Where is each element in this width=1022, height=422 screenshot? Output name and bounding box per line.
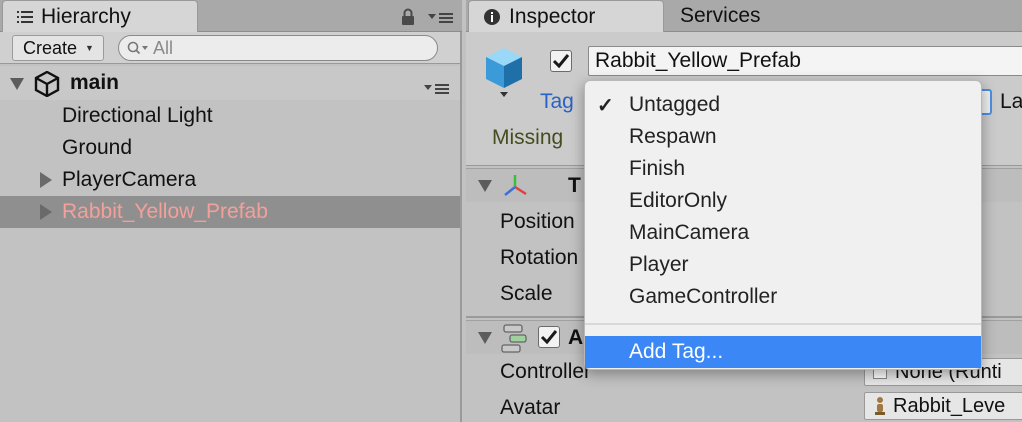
tab-services[interactable]: Services bbox=[666, 0, 826, 32]
animator-title: A bbox=[568, 326, 584, 349]
tab-inspector-label: Inspector bbox=[509, 4, 596, 28]
search-placeholder: All bbox=[153, 37, 174, 58]
scale-label: Scale bbox=[500, 282, 553, 305]
hierarchy-item-label: Directional Light bbox=[62, 104, 213, 127]
hierarchy-item-directional-light[interactable]: Directional Light bbox=[0, 100, 460, 132]
transform-title: T bbox=[568, 174, 581, 197]
hierarchy-search-input[interactable]: All bbox=[118, 35, 438, 61]
menu-item-label: Finish bbox=[629, 157, 686, 180]
object-name-value: Rabbit_Yellow_Prefab bbox=[595, 49, 801, 72]
avatar-asset-icon bbox=[873, 396, 887, 416]
hierarchy-menu-icon[interactable] bbox=[428, 12, 454, 24]
menu-item-label: EditorOnly bbox=[629, 189, 728, 212]
search-icon bbox=[127, 41, 148, 55]
controller-label: Controller bbox=[500, 360, 592, 383]
unity-logo-icon bbox=[34, 70, 60, 103]
object-name-input[interactable]: Rabbit_Yellow_Prefab bbox=[588, 46, 1022, 76]
create-button-label: Create bbox=[23, 37, 78, 58]
tab-services-label: Services bbox=[680, 4, 761, 27]
menu-item-label: Untagged bbox=[629, 93, 721, 116]
hierarchy-item-ground[interactable]: Ground bbox=[0, 132, 460, 164]
rotation-label: Rotation bbox=[500, 246, 579, 269]
hierarchy-item-rabbit-yellow-prefab[interactable]: Rabbit_Yellow_Prefab bbox=[0, 196, 460, 228]
scene-menu-icon[interactable] bbox=[424, 77, 450, 101]
info-icon bbox=[483, 8, 501, 26]
menu-item-finish[interactable]: Finish bbox=[585, 153, 981, 185]
position-label: Position bbox=[500, 210, 575, 233]
avatar-field[interactable]: Rabbit_Leve bbox=[864, 392, 1022, 420]
animator-icon bbox=[500, 324, 528, 360]
inspector-tab-bar: Inspector Services bbox=[466, 0, 1022, 32]
animator-enabled-checkbox[interactable] bbox=[538, 326, 560, 348]
hierarchy-lock-icon[interactable] bbox=[400, 8, 416, 26]
foldout-expanded-icon[interactable] bbox=[478, 332, 492, 344]
tab-hierarchy[interactable]: Hierarchy bbox=[2, 0, 198, 32]
menu-item-add-tag[interactable]: Add Tag... bbox=[585, 336, 981, 368]
tab-hierarchy-label: Hierarchy bbox=[41, 4, 131, 28]
hierarchy-item-playercamera[interactable]: PlayerCamera bbox=[0, 164, 460, 196]
create-button[interactable]: Create ▼ bbox=[12, 35, 104, 61]
tab-inspector[interactable]: Inspector bbox=[468, 0, 664, 32]
menu-item-player[interactable]: Player bbox=[585, 249, 981, 281]
hierarchy-tab-bar: Hierarchy bbox=[0, 0, 462, 32]
avatar-label: Avatar bbox=[500, 396, 561, 419]
tag-label[interactable]: Tag bbox=[540, 90, 574, 114]
menu-item-label: GameController bbox=[629, 285, 778, 308]
hierarchy-panel: Hierarchy Create ▼ All main Directional … bbox=[0, 0, 462, 422]
foldout-collapsed-icon[interactable] bbox=[40, 204, 52, 220]
menu-separator bbox=[585, 323, 981, 325]
tag-dropdown-menu: ✓ Untagged Respawn Finish EditorOnly Mai… bbox=[584, 80, 982, 370]
chevron-down-icon: ▼ bbox=[85, 43, 94, 53]
foldout-expanded-icon[interactable] bbox=[478, 180, 492, 192]
active-checkbox[interactable] bbox=[550, 50, 572, 72]
hierarchy-list-icon bbox=[17, 10, 33, 24]
missing-prefab-label: Missing bbox=[492, 126, 564, 149]
menu-item-label: Add Tag... bbox=[629, 340, 724, 363]
foldout-collapsed-icon[interactable] bbox=[40, 172, 52, 188]
checkmark-icon: ✓ bbox=[597, 94, 614, 117]
foldout-expanded-icon[interactable] bbox=[10, 78, 24, 90]
menu-item-editoronly[interactable]: EditorOnly bbox=[585, 185, 981, 217]
scene-row-main[interactable]: main bbox=[0, 66, 460, 100]
menu-item-label: MainCamera bbox=[629, 221, 750, 244]
layer-label: La bbox=[1000, 90, 1022, 113]
menu-item-label: Respawn bbox=[629, 125, 717, 148]
avatar-value: Rabbit_Leve bbox=[893, 394, 1006, 417]
scene-name: main bbox=[70, 71, 120, 94]
hierarchy-item-label: Ground bbox=[62, 136, 133, 159]
menu-item-label: Player bbox=[629, 253, 689, 276]
hierarchy-item-label: PlayerCamera bbox=[62, 168, 197, 191]
menu-item-untagged[interactable]: ✓ Untagged bbox=[585, 89, 981, 121]
menu-item-maincamera[interactable]: MainCamera bbox=[585, 217, 981, 249]
hierarchy-item-label: Rabbit_Yellow_Prefab bbox=[62, 200, 268, 223]
menu-item-respawn[interactable]: Respawn bbox=[585, 121, 981, 153]
prefab-cube-icon bbox=[482, 46, 526, 104]
menu-item-gamecontroller[interactable]: GameController bbox=[585, 281, 981, 313]
hierarchy-toolbar: Create ▼ All bbox=[0, 32, 460, 64]
transform-icon bbox=[502, 173, 528, 205]
